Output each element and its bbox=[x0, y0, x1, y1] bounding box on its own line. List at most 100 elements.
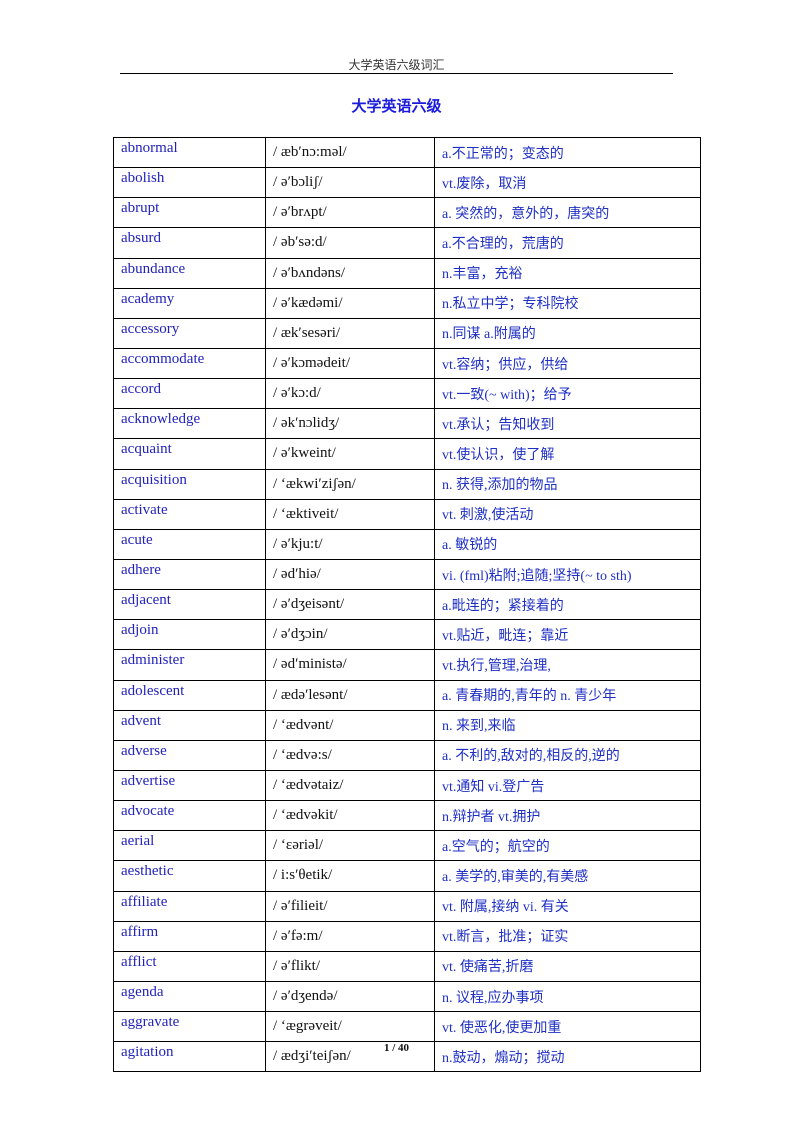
table-row: accommodate / ə′kɔmədeit/vt.容纳；供应，供给 bbox=[113, 347, 701, 380]
word-cell: accommodate bbox=[113, 347, 266, 380]
table-row: abolish / ə′bɔliʃ/vt.废除，取消 bbox=[113, 167, 701, 199]
phonetic-cell: / ə′dʒɔin/ bbox=[265, 619, 435, 651]
table-row: adjacent / ə′dʒeisənt/a.毗连的；紧接着的 bbox=[113, 589, 701, 621]
table-row: adverse / ‘ædvə:s/a. 不利的,敌对的,相反的,逆的 bbox=[113, 739, 701, 771]
meaning-cell: vt.废除，取消 bbox=[434, 167, 701, 199]
meaning-cell: vt. 使恶化,使更加重 bbox=[434, 1011, 701, 1043]
table-row: acquaint / ə′kweint/vt.使认识，使了解 bbox=[113, 438, 701, 470]
phonetic-cell: / ə′fə:m/ bbox=[265, 920, 435, 952]
table-row: affiliate / ə′filieit/vt. 附属,接纳 vi. 有关 bbox=[113, 890, 701, 922]
phonetic-cell: / ə′kju:t/ bbox=[265, 528, 435, 560]
word-cell: activate bbox=[113, 498, 266, 530]
word-cell: accord bbox=[113, 378, 266, 410]
word-cell: aerial bbox=[113, 830, 266, 862]
table-row: abrupt / ə′brʌpt/a. 突然的，意外的，唐突的 bbox=[113, 197, 701, 229]
meaning-cell: vt. 附属,接纳 vi. 有关 bbox=[434, 890, 701, 922]
meaning-cell: a. 敏锐的 bbox=[434, 528, 701, 560]
word-cell: acquisition bbox=[113, 468, 266, 500]
meaning-cell: vt.执行,管理,治理, bbox=[434, 649, 701, 681]
word-cell: abnormal bbox=[113, 136, 266, 169]
table-row: abundance / ə′bʌndəns/n.丰富，充裕 bbox=[113, 257, 701, 289]
phonetic-cell: / ə′brʌpt/ bbox=[265, 197, 435, 229]
phonetic-cell: / ək′nɔlidʒ/ bbox=[265, 408, 435, 440]
word-cell: accessory bbox=[113, 317, 266, 349]
phonetic-cell: / əd′ministə/ bbox=[265, 649, 435, 681]
word-cell: afflict bbox=[113, 950, 266, 982]
phonetic-cell: / ə′dʒendə/ bbox=[265, 980, 435, 1013]
meaning-cell: a.空气的；航空的 bbox=[434, 830, 701, 862]
phonetic-cell: / ə′kweint/ bbox=[265, 438, 435, 470]
phonetic-cell: / ‘ædvəkit/ bbox=[265, 800, 435, 832]
word-cell: adverse bbox=[113, 739, 266, 771]
phonetic-cell: / ə′filieit/ bbox=[265, 890, 435, 922]
table-row: advertise / ‘ædvətaiz/vt.通知 vi.登广告 bbox=[113, 769, 701, 802]
table-row: acquisition / ‘ækwi′ziʃən/n. 获得,添加的物品 bbox=[113, 468, 701, 500]
phonetic-cell: / ‘ædvətaiz/ bbox=[265, 769, 435, 802]
word-cell: acquaint bbox=[113, 438, 266, 470]
meaning-cell: vt.贴近，毗连；靠近 bbox=[434, 619, 701, 651]
table-row: aerial / ‘ɛəriəl/a.空气的；航空的 bbox=[113, 830, 701, 862]
table-row: acute / ə′kju:t/a. 敏锐的 bbox=[113, 528, 701, 560]
phonetic-cell: / ə′kɔ:d/ bbox=[265, 378, 435, 410]
phonetic-cell: / ‘ædvə:s/ bbox=[265, 739, 435, 771]
phonetic-cell: / ‘ædvənt/ bbox=[265, 709, 435, 741]
word-cell: adjacent bbox=[113, 589, 266, 621]
phonetic-cell: / ædə′lesənt/ bbox=[265, 679, 435, 711]
meaning-cell: n.丰富，充裕 bbox=[434, 257, 701, 289]
table-row: adhere / əd′hiə/vi. (fml)粘附;追随;坚持(~ to st… bbox=[113, 558, 701, 591]
table-row: accord / ə′kɔ:d/vt.一致(~ with)；给予 bbox=[113, 378, 701, 410]
meaning-cell: vt.使认识，使了解 bbox=[434, 438, 701, 470]
word-cell: affiliate bbox=[113, 890, 266, 922]
table-row: accessory / æk′sesəri/n.同谋 a.附属的 bbox=[113, 317, 701, 349]
meaning-cell: a. 青春期的,青年的 n. 青少年 bbox=[434, 679, 701, 711]
meaning-cell: vt.承认；告知收到 bbox=[434, 408, 701, 440]
word-cell: aggravate bbox=[113, 1011, 266, 1043]
word-cell: acknowledge bbox=[113, 408, 266, 440]
table-row: adjoin / ə′dʒɔin/vt.贴近，毗连；靠近 bbox=[113, 619, 701, 651]
word-cell: advent bbox=[113, 709, 266, 741]
meaning-cell: a.毗连的；紧接着的 bbox=[434, 589, 701, 621]
table-row: administer / əd′ministə/vt.执行,管理,治理, bbox=[113, 649, 701, 681]
meaning-cell: vt.一致(~ with)；给予 bbox=[434, 378, 701, 410]
word-cell: adolescent bbox=[113, 679, 266, 711]
word-cell: academy bbox=[113, 287, 266, 319]
vocabulary-table-body: abnormal / æb′nɔ:məl/a.不正常的；变态的 abolish / ə… bbox=[113, 136, 701, 1073]
table-row: aesthetic / i:s′θetik/a. 美学的,审美的,有美感 bbox=[113, 860, 701, 892]
phonetic-cell: / ‘ɛəriəl/ bbox=[265, 830, 435, 862]
phonetic-cell: / əb′sə:d/ bbox=[265, 227, 435, 259]
word-cell: adhere bbox=[113, 558, 266, 591]
meaning-cell: n.同谋 a.附属的 bbox=[434, 317, 701, 349]
word-cell: advertise bbox=[113, 769, 266, 802]
word-cell: agenda bbox=[113, 980, 266, 1013]
word-cell: administer bbox=[113, 649, 266, 681]
table-row: agenda / ə′dʒendə/n. 议程,应办事项 bbox=[113, 980, 701, 1013]
meaning-cell: n.私立中学；专科院校 bbox=[434, 287, 701, 319]
vocabulary-table: abnormal / æb′nɔ:məl/a.不正常的；变态的 abolish / ə… bbox=[113, 136, 701, 1073]
meaning-cell: a. 突然的，意外的，唐突的 bbox=[434, 197, 701, 229]
meaning-cell: a. 美学的,审美的,有美感 bbox=[434, 860, 701, 892]
phonetic-cell: / i:s′θetik/ bbox=[265, 860, 435, 892]
phonetic-cell: / ə′bʌndəns/ bbox=[265, 257, 435, 289]
table-row: advent / ‘ædvənt/n. 来到,来临 bbox=[113, 709, 701, 741]
table-row: advocate / ‘ædvəkit/n.辩护者 vt.拥护 bbox=[113, 800, 701, 832]
meaning-cell: vt.断言，批准；证实 bbox=[434, 920, 701, 952]
word-cell: abolish bbox=[113, 167, 266, 199]
table-row: absurd / əb′sə:d/a.不合理的，荒唐的 bbox=[113, 227, 701, 259]
table-row: activate / ‘æktiveit/vt. 刺激,使活动 bbox=[113, 498, 701, 530]
meaning-cell: vt. 刺激,使活动 bbox=[434, 498, 701, 530]
table-row: aggravate / ‘ægrəveit/vt. 使恶化,使更加重 bbox=[113, 1011, 701, 1043]
meaning-cell: n.辩护者 vt.拥护 bbox=[434, 800, 701, 832]
meaning-cell: a.不正常的；变态的 bbox=[434, 136, 701, 169]
table-row: acknowledge / ək′nɔlidʒ/vt.承认；告知收到 bbox=[113, 408, 701, 440]
table-row: abnormal / æb′nɔ:məl/a.不正常的；变态的 bbox=[113, 136, 701, 169]
phonetic-cell: / ə′kɔmədeit/ bbox=[265, 347, 435, 380]
meaning-cell: n. 议程,应办事项 bbox=[434, 980, 701, 1013]
page-number: 1 / 40 bbox=[383, 1042, 410, 1054]
running-header: 大学英语六级词汇 bbox=[348, 58, 445, 72]
word-cell: abrupt bbox=[113, 197, 266, 229]
phonetic-cell: / ‘ækwi′ziʃən/ bbox=[265, 468, 435, 500]
meaning-cell: a. 不利的,敌对的,相反的,逆的 bbox=[434, 739, 701, 771]
phonetic-cell: / ‘æktiveit/ bbox=[265, 498, 435, 530]
phonetic-cell: / ə′dʒeisənt/ bbox=[265, 589, 435, 621]
word-cell: acute bbox=[113, 528, 266, 560]
